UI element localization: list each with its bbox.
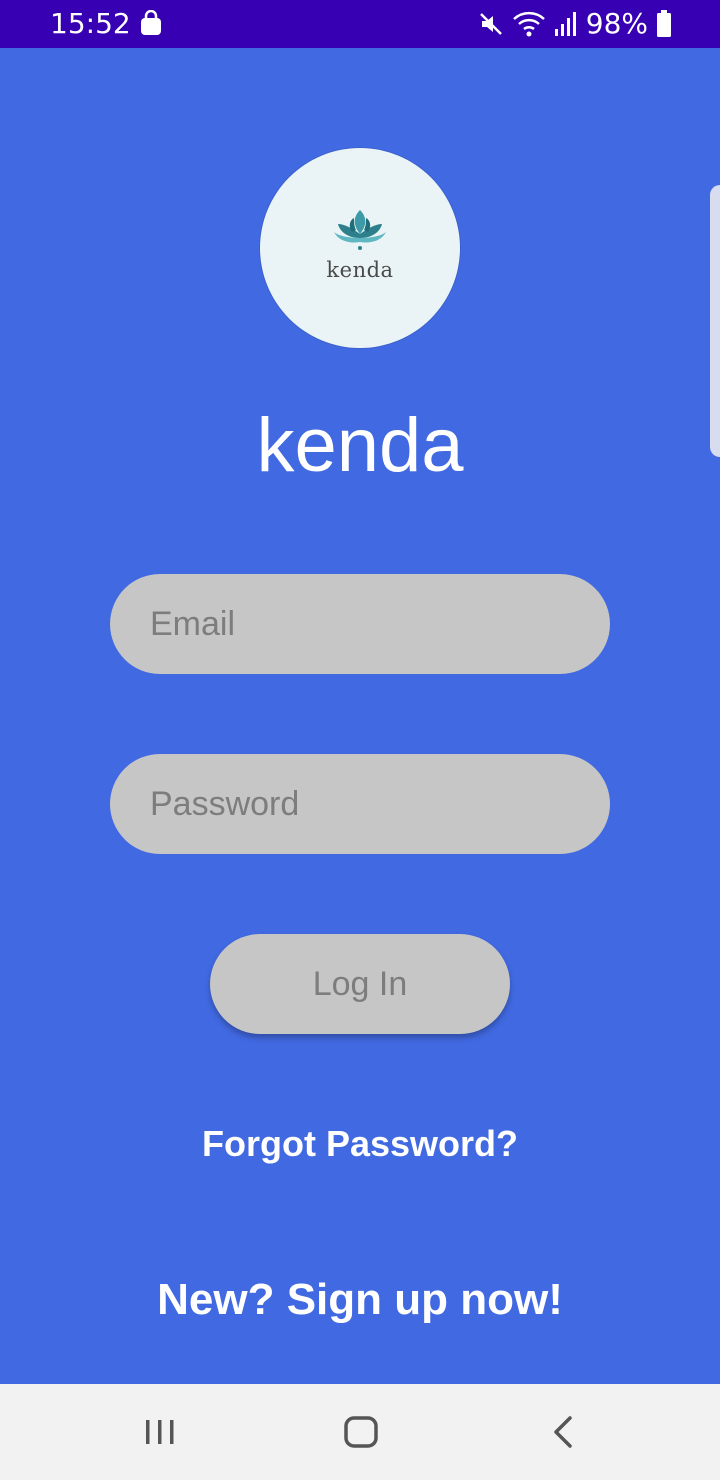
battery-icon bbox=[657, 10, 671, 37]
signup-link[interactable]: New? Sign up now! bbox=[0, 1272, 720, 1328]
forgot-password-link[interactable]: Forgot Password? bbox=[0, 1120, 720, 1168]
home-icon[interactable] bbox=[337, 1408, 385, 1456]
status-bar: 15:52 98% bbox=[0, 0, 720, 48]
app-title: kenda bbox=[256, 403, 464, 488]
signal-icon bbox=[554, 12, 576, 36]
shopping-bag-icon bbox=[141, 10, 161, 35]
app-logo: kenda bbox=[260, 148, 460, 348]
navigation-bar bbox=[0, 1384, 720, 1480]
password-field[interactable] bbox=[110, 754, 610, 854]
logo-wordmark: kenda bbox=[326, 258, 394, 282]
back-icon[interactable] bbox=[540, 1408, 588, 1456]
recents-icon[interactable] bbox=[136, 1408, 184, 1456]
status-icons: 98% bbox=[478, 8, 672, 40]
mute-icon bbox=[479, 13, 502, 35]
battery-percentage: 98% bbox=[585, 7, 648, 40]
status-time: 15:52 bbox=[50, 7, 131, 40]
login-button[interactable]: Log In bbox=[210, 934, 510, 1034]
login-screen: 15:52 98% kenda kenda Email Log In Forgo… bbox=[0, 0, 720, 1480]
email-field[interactable] bbox=[110, 574, 610, 674]
wifi-icon bbox=[512, 11, 545, 37]
lotus-icon bbox=[334, 210, 386, 250]
